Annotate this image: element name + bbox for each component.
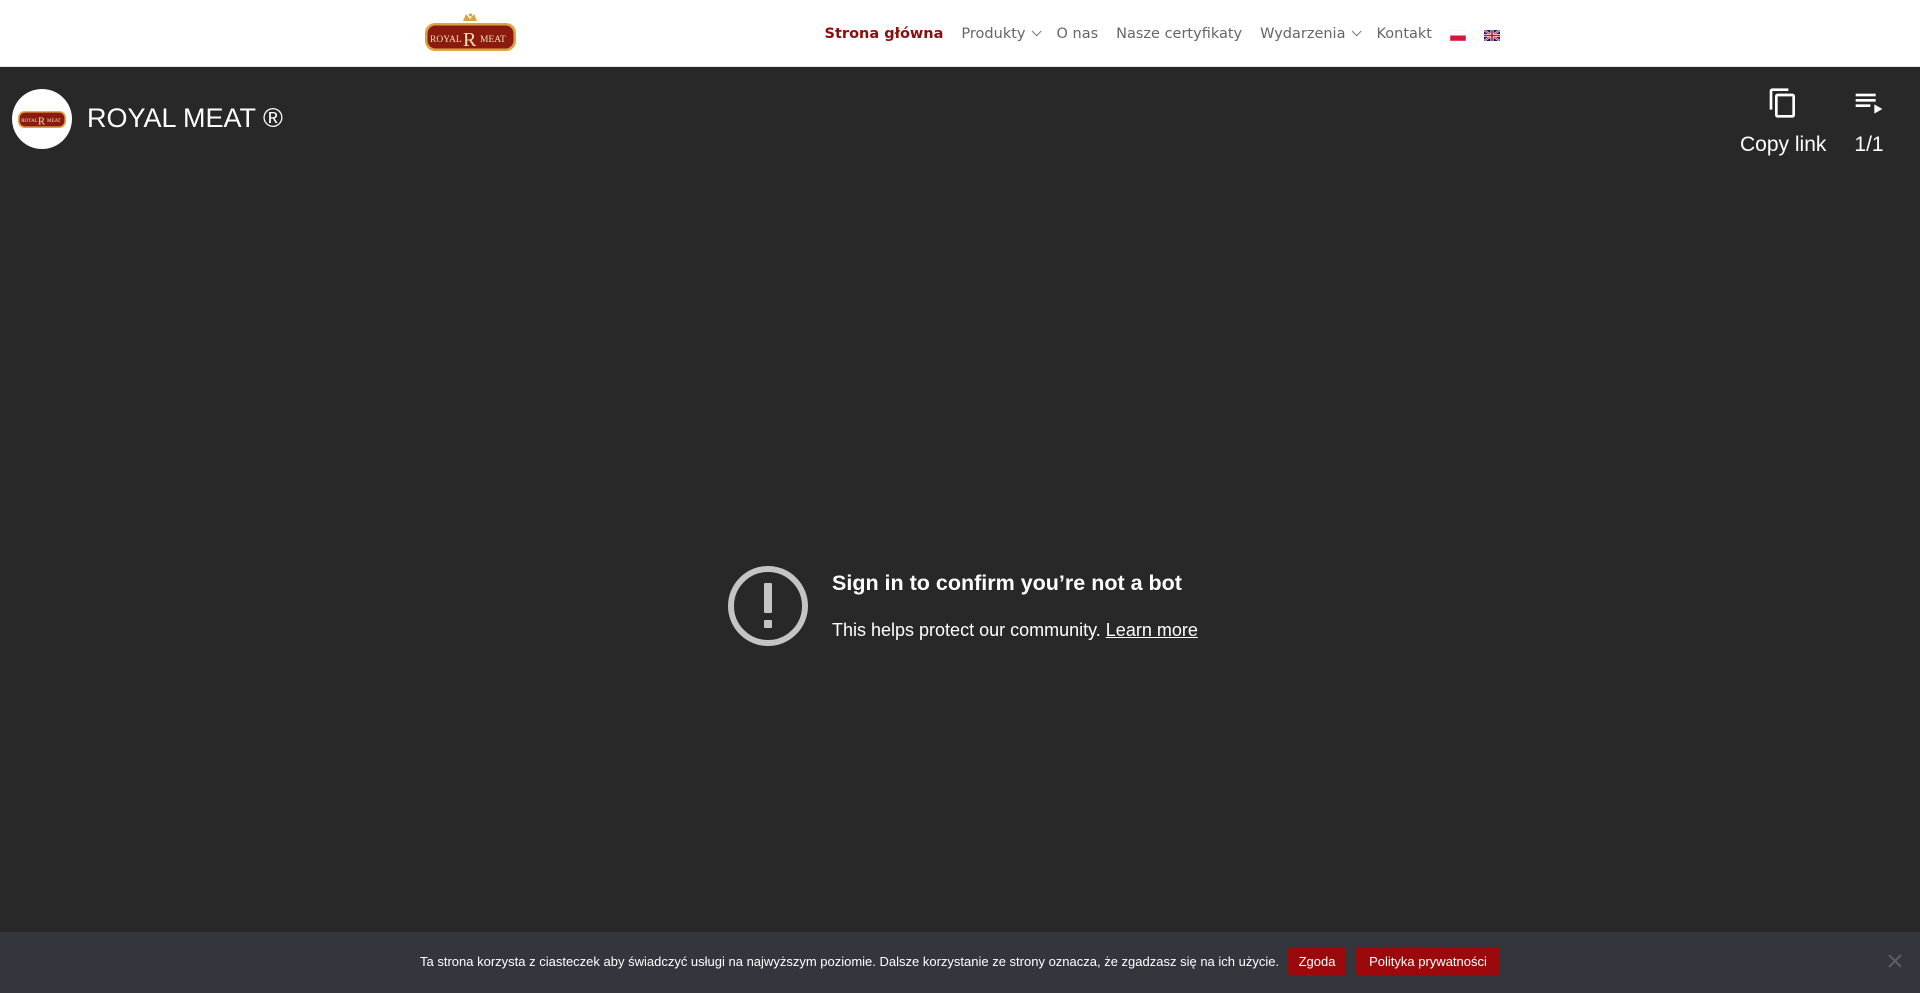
nav-item-label: Nasze certyfikaty — [1116, 25, 1243, 42]
cookie-accept-button[interactable]: Zgoda — [1288, 947, 1346, 975]
svg-text:MEAT: MEAT — [480, 35, 506, 45]
main-nav: Strona główna Produkty O nas Nasze certy… — [807, 0, 1501, 67]
copy-icon — [1767, 87, 1799, 124]
chevron-down-icon — [1032, 26, 1043, 37]
site-header: ROYAL R MEAT Strona główna Produkty O na… — [0, 0, 1920, 67]
error-message-text: This helps protect our community. — [832, 620, 1101, 640]
english-flag-icon[interactable] — [1483, 28, 1501, 42]
nav-item-label: O nas — [1056, 25, 1099, 42]
chevron-down-icon — [1352, 26, 1363, 37]
nav-item-events[interactable]: Wydarzenia — [1260, 25, 1363, 42]
nav-item-certificates[interactable]: Nasze certyfikaty — [1116, 26, 1242, 42]
royal-meat-logo[interactable]: ROYAL R MEAT — [423, 12, 518, 54]
learn-more-link[interactable]: Learn more — [1106, 620, 1198, 640]
cookie-text: Ta strona korzysta z ciasteczek aby świa… — [420, 954, 1280, 969]
error-title: Sign in to confirm you’re not a bot — [832, 571, 1182, 595]
copy-link-button[interactable]: Copy link — [1740, 87, 1826, 157]
close-icon[interactable] — [1886, 952, 1904, 970]
nav-item-contact[interactable]: Kontakt — [1376, 26, 1432, 42]
svg-text:R: R — [38, 116, 45, 127]
nav-item-label: Kontakt — [1376, 25, 1432, 42]
copy-link-label: Copy link — [1740, 133, 1827, 156]
error-message: This helps protect our community. Learn … — [832, 620, 1198, 641]
nav-item-label: Strona główna — [824, 25, 944, 42]
svg-text:MEAT: MEAT — [47, 119, 61, 124]
cookie-consent-bar: Ta strona korzysta z ciasteczek aby świa… — [0, 932, 1920, 993]
playlist-icon — [1853, 87, 1885, 124]
alert-icon — [727, 565, 809, 647]
channel-avatar[interactable]: ROYAL R MEAT — [12, 89, 72, 149]
polish-flag-icon[interactable] — [1449, 28, 1467, 42]
svg-text:R: R — [463, 29, 477, 51]
channel-title[interactable]: ROYAL MEAT ® — [87, 103, 283, 134]
playlist-button[interactable]: 1/1 — [1853, 87, 1885, 157]
nav-item-label: Produkty — [961, 25, 1026, 42]
nav-item-home[interactable]: Strona główna — [825, 26, 944, 42]
nav-item-products[interactable]: Produkty — [961, 25, 1043, 42]
privacy-policy-button[interactable]: Polityka prywatności — [1356, 947, 1500, 975]
svg-text:ROYAL: ROYAL — [430, 35, 462, 45]
playlist-counter: 1/1 — [1854, 133, 1884, 156]
svg-text:ROYAL: ROYAL — [21, 119, 38, 124]
bot-check-message: Sign in to confirm you’re not a bot This… — [727, 565, 1247, 665]
nav-item-about[interactable]: O nas — [1056, 26, 1098, 42]
video-player[interactable]: ROYAL R MEAT ROYAL MEAT ® Copy link 1/1 — [0, 67, 1920, 932]
nav-item-label: Wydarzenia — [1260, 25, 1346, 42]
